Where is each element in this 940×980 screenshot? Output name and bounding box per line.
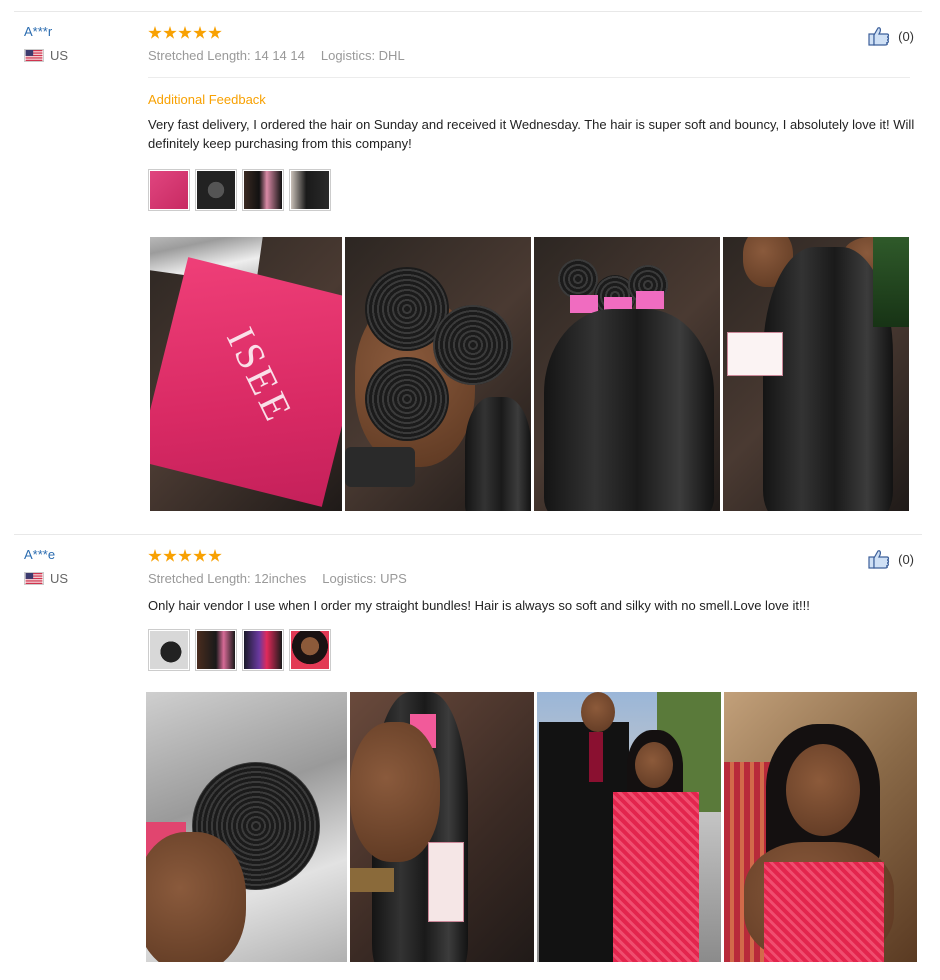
thumbnail-strip bbox=[148, 629, 922, 671]
reviewer-info: A***r US bbox=[24, 24, 68, 63]
helpful-count: (0) bbox=[898, 551, 914, 567]
stretched-length: Stretched Length: 14 14 14 bbox=[148, 48, 305, 63]
photo-thumbnail[interactable] bbox=[242, 169, 284, 211]
reviewer-country: US bbox=[24, 48, 68, 63]
star-icon bbox=[208, 549, 222, 562]
review-body: Stretched Length: 14 14 14 Logistics: DH… bbox=[148, 24, 922, 211]
review-text: Only hair vendor I use when I order my s… bbox=[148, 598, 810, 613]
star-icon bbox=[163, 26, 177, 39]
review-body: Stretched Length: 12inches Logistics: UP… bbox=[148, 547, 922, 671]
thumbs-up-icon[interactable] bbox=[868, 549, 890, 569]
review-photo[interactable] bbox=[534, 237, 720, 511]
stretched-length: Stretched Length: 12inches bbox=[148, 571, 307, 586]
star-icon bbox=[193, 549, 207, 562]
review-photo[interactable] bbox=[723, 237, 909, 511]
star-icon bbox=[178, 549, 192, 562]
us-flag-icon bbox=[24, 49, 44, 62]
helpful-vote[interactable]: (0) bbox=[868, 549, 914, 569]
country-code: US bbox=[50, 48, 69, 63]
us-flag-icon bbox=[24, 572, 44, 585]
reviewer-name: A***r bbox=[24, 24, 53, 39]
review-text: Very fast delivery, I ordered the hair o… bbox=[148, 117, 915, 151]
thumbnail-strip bbox=[148, 169, 922, 211]
review-photo[interactable] bbox=[724, 692, 917, 962]
thumbs-up-icon[interactable] bbox=[868, 26, 890, 46]
photo-thumbnail[interactable] bbox=[289, 629, 331, 671]
review-item: A***r US Stretched Length: 14 14 14 Logi… bbox=[14, 11, 922, 526]
photo-thumbnail[interactable] bbox=[289, 169, 331, 211]
helpful-vote[interactable]: (0) bbox=[868, 26, 914, 46]
star-icon bbox=[193, 26, 207, 39]
country-code: US bbox=[50, 571, 69, 586]
star-icon bbox=[178, 26, 192, 39]
reviewer-country: US bbox=[24, 571, 68, 586]
reviewer-name: A***e bbox=[24, 547, 56, 562]
star-icon bbox=[148, 26, 162, 39]
star-icon bbox=[148, 549, 162, 562]
review-photo[interactable] bbox=[537, 692, 721, 962]
review-meta: Stretched Length: 12inches Logistics: UP… bbox=[148, 571, 922, 586]
reviewer-info: A***e US bbox=[24, 547, 68, 586]
star-icon bbox=[208, 26, 222, 39]
review-photo[interactable] bbox=[350, 692, 534, 962]
star-rating bbox=[148, 24, 922, 42]
star-icon bbox=[163, 549, 177, 562]
divider bbox=[148, 77, 910, 78]
review-photo[interactable] bbox=[345, 237, 531, 511]
additional-feedback-label: Additional Feedback bbox=[148, 92, 266, 107]
logistics: Logistics: UPS bbox=[322, 571, 407, 586]
photo-thumbnail[interactable] bbox=[195, 169, 237, 211]
photo-thumbnail[interactable] bbox=[148, 629, 190, 671]
logistics: Logistics: DHL bbox=[320, 48, 405, 63]
helpful-count: (0) bbox=[898, 28, 914, 44]
review-item: A***e US Stretched Length: 12inches Logi… bbox=[14, 534, 922, 980]
photo-gallery bbox=[146, 692, 917, 962]
photo-thumbnail[interactable] bbox=[148, 169, 190, 211]
photo-gallery: ISEE bbox=[150, 237, 909, 511]
photo-thumbnail[interactable] bbox=[242, 629, 284, 671]
photo-thumbnail[interactable] bbox=[195, 629, 237, 671]
review-photo[interactable] bbox=[146, 692, 347, 962]
star-rating bbox=[148, 547, 922, 565]
review-meta: Stretched Length: 14 14 14 Logistics: DH… bbox=[148, 48, 922, 63]
review-photo[interactable]: ISEE bbox=[150, 237, 342, 511]
